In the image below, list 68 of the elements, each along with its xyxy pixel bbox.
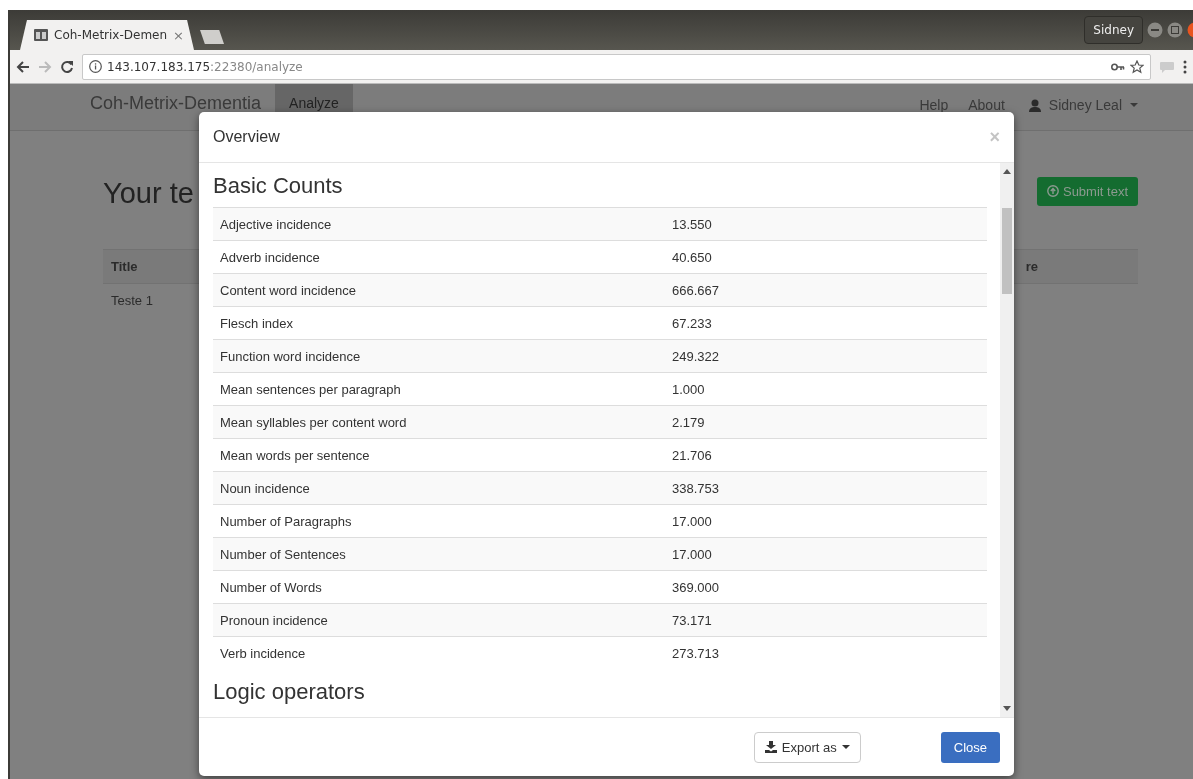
upload-icon xyxy=(1046,185,1059,197)
metric-name: Noun incidence xyxy=(220,480,310,496)
metric-value: 13.550 xyxy=(672,216,712,232)
submit-button[interactable]: Submit text xyxy=(1036,176,1138,206)
metric-name: Function word incidence xyxy=(220,348,361,364)
scroll-up-icon[interactable] xyxy=(1003,169,1011,174)
metric-name: Mean syllables per content word xyxy=(220,414,407,430)
user-icon xyxy=(1028,98,1041,112)
scrollbar-thumb[interactable] xyxy=(1002,208,1012,294)
metric-name: Pronoun incidence xyxy=(220,612,328,628)
star-icon[interactable] xyxy=(1130,59,1144,74)
metric-value: 67.233 xyxy=(672,315,712,331)
metric-name: Number of Words xyxy=(220,579,322,595)
minimize-icon[interactable] xyxy=(1147,22,1163,38)
user-menu[interactable]: Sidney Leal xyxy=(1028,98,1138,112)
metric-name: Number of Sentences xyxy=(220,546,346,562)
metric-value: 21.706 xyxy=(672,447,712,463)
brand-link[interactable]: Coh-Metrix-Dementia xyxy=(90,84,276,112)
section-heading: Basic Counts xyxy=(213,173,344,199)
metric-value: 2.179 xyxy=(672,414,705,430)
back-icon[interactable] xyxy=(16,59,30,74)
metric-name: Mean words per sentence xyxy=(220,447,370,463)
export-button[interactable]: Export as xyxy=(753,731,861,763)
download-icon xyxy=(764,741,777,753)
new-tab-button[interactable] xyxy=(200,30,224,44)
modal-title: Overview xyxy=(213,128,280,146)
browser-tab[interactable]: Coh-Metrix-Demen × xyxy=(20,20,194,50)
close-button[interactable]: Close xyxy=(940,731,1000,763)
table-cell: Teste 1 xyxy=(111,293,153,308)
reload-icon[interactable] xyxy=(60,59,74,74)
profile-button[interactable]: Sidney xyxy=(1084,16,1143,44)
metric-value: 17.000 xyxy=(672,546,712,562)
metric-value: 1.000 xyxy=(672,381,705,397)
metric-name: Adverb incidence xyxy=(220,249,320,265)
metric-name: Number of Paragraphs xyxy=(220,513,352,529)
metric-name: Content word incidence xyxy=(220,282,356,298)
column-header: Title xyxy=(111,259,138,274)
url-text: 143.107.183.175:22380/analyze xyxy=(107,59,303,74)
metric-value: 17.000 xyxy=(672,513,712,529)
tab-title: Coh-Metrix-Demen xyxy=(54,28,168,42)
metric-name: Flesch index xyxy=(220,315,293,331)
metric-value: 338.753 xyxy=(672,480,719,496)
maximize-icon[interactable] xyxy=(1167,22,1183,38)
window-close-icon[interactable] xyxy=(1187,22,1193,38)
address-bar[interactable]: 143.107.183.175:22380/analyze xyxy=(82,53,1151,80)
nav-item[interactable]: Analyze xyxy=(275,84,353,112)
metric-name: Verb incidence xyxy=(220,645,306,661)
tab-close-button[interactable]: × xyxy=(173,27,184,43)
nav-link[interactable]: About xyxy=(958,84,1015,112)
info-icon xyxy=(89,60,102,73)
metric-value: 249.322 xyxy=(672,348,719,364)
metric-value: 666.667 xyxy=(672,282,719,298)
close-icon[interactable]: × xyxy=(989,126,1000,148)
metric-value: 73.171 xyxy=(672,612,712,628)
key-icon[interactable] xyxy=(1111,61,1125,72)
column-header: re xyxy=(1025,259,1038,274)
metric-value: 40.650 xyxy=(672,249,712,265)
metric-name: Adjective incidence xyxy=(220,216,332,232)
section-heading: Logic operators xyxy=(213,679,366,705)
metric-name: Mean sentences per paragraph xyxy=(220,381,401,397)
scroll-down-icon[interactable] xyxy=(1003,706,1011,711)
metric-value: 369.000 xyxy=(672,579,719,595)
menu-icon[interactable] xyxy=(1183,59,1187,74)
scrollbar[interactable] xyxy=(1000,163,1014,717)
page-icon xyxy=(34,29,48,41)
page-heading: Your te xyxy=(103,176,194,210)
metric-value: 273.713 xyxy=(672,645,719,661)
nav-link[interactable]: Help xyxy=(909,84,959,112)
